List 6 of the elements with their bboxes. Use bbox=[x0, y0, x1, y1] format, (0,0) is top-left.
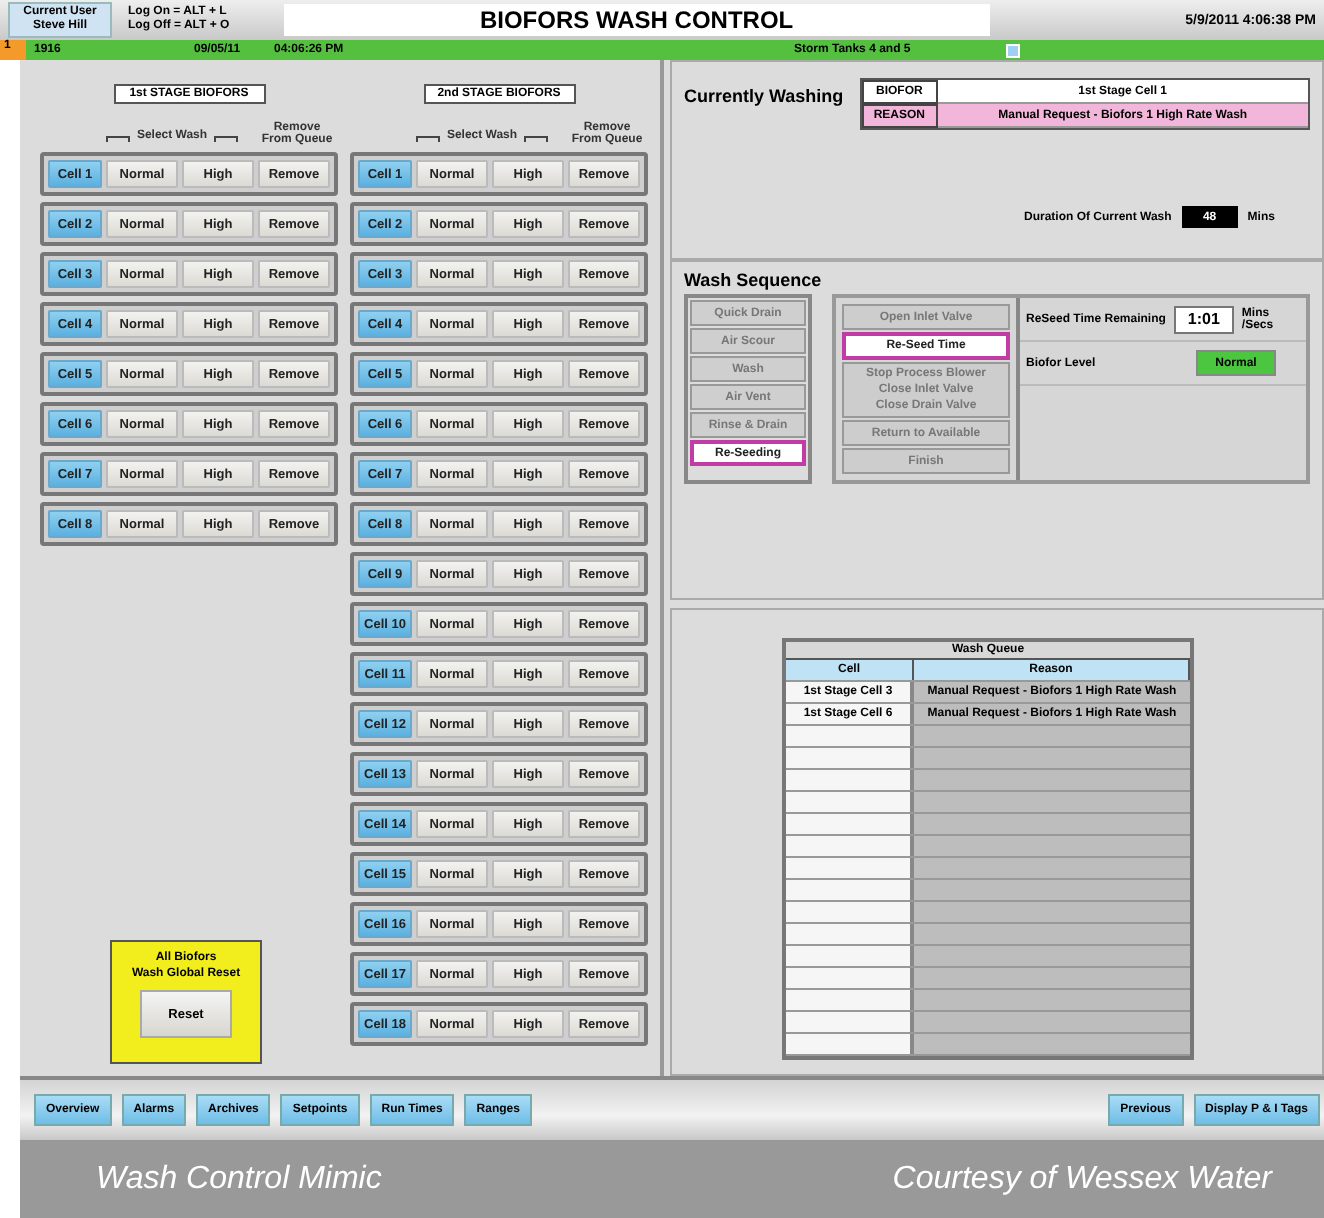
reseed-time: 1:01 bbox=[1173, 305, 1234, 333]
section-heading: Wash Sequence bbox=[684, 270, 824, 290]
caption: Wash Control Mimic bbox=[96, 1161, 382, 1197]
window-title: BIOFORS WASH CONTROL bbox=[284, 4, 990, 36]
section-heading: Currently Washing bbox=[684, 86, 844, 110]
credit: Courtesy of Wessex Water bbox=[892, 1161, 1272, 1197]
